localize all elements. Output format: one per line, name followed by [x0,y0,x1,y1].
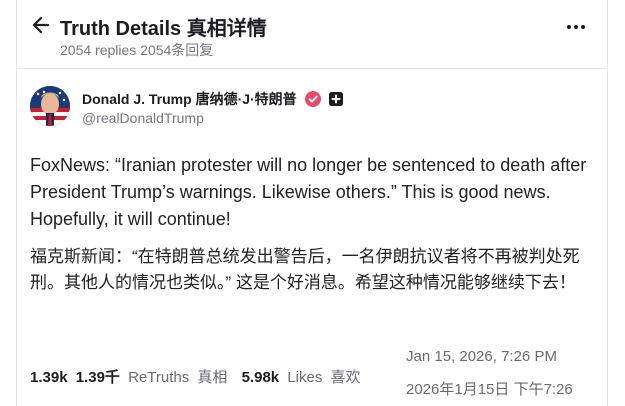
post-text-en: FoxNews: “Iranian protester will no long… [30,155,587,229]
post-timestamp: Jan 15, 2026, 7:26 PM [406,348,557,365]
retruths-label[interactable]: ReTruths [128,369,189,386]
author-line: Donald J. Trump 唐纳德·J·特朗普 [82,89,344,110]
post-text-zh: 福克斯新闻：“在特朗普总统发出警告后，一名伊朗抗议者将不再被判处死刑。其他人的情… [30,247,580,292]
engagement-stats: 1.39k 1.39千 ReTruths 真相 5.98k Likes 喜欢 [30,366,365,387]
likes-label-zh[interactable]: 喜欢 [331,369,361,386]
likes-count[interactable]: 5.98k [242,369,280,386]
more-dots-icon [567,25,585,29]
avatar[interactable] [30,86,70,126]
reply-count: 2054 replies 2054条回复 [60,42,214,58]
back-arrow-icon [32,16,50,34]
page-header: Truth Details 真相详情 2054 replies 2054条回复 [16,10,606,66]
plus-badge-icon [328,91,344,110]
back-button[interactable] [30,14,52,36]
author-name[interactable]: Donald J. Trump 唐纳德·J·特朗普 [82,91,297,107]
post-timestamp-zh: 2026年1月15日 下午7:26 [406,381,573,398]
avatar-image [30,86,70,126]
more-options-button[interactable] [564,18,588,36]
header-divider [16,68,606,69]
author-handle[interactable]: @realDonaldTrump [82,110,204,126]
retruths-count-zh[interactable]: 1.39千 [76,369,120,386]
retruths-label-zh[interactable]: 真相 [197,369,227,386]
likes-label[interactable]: Likes [287,369,322,386]
verified-badge-icon [304,91,321,110]
page-title: Truth Details 真相详情 [60,18,267,40]
retruths-count[interactable]: 1.39k [30,369,68,386]
